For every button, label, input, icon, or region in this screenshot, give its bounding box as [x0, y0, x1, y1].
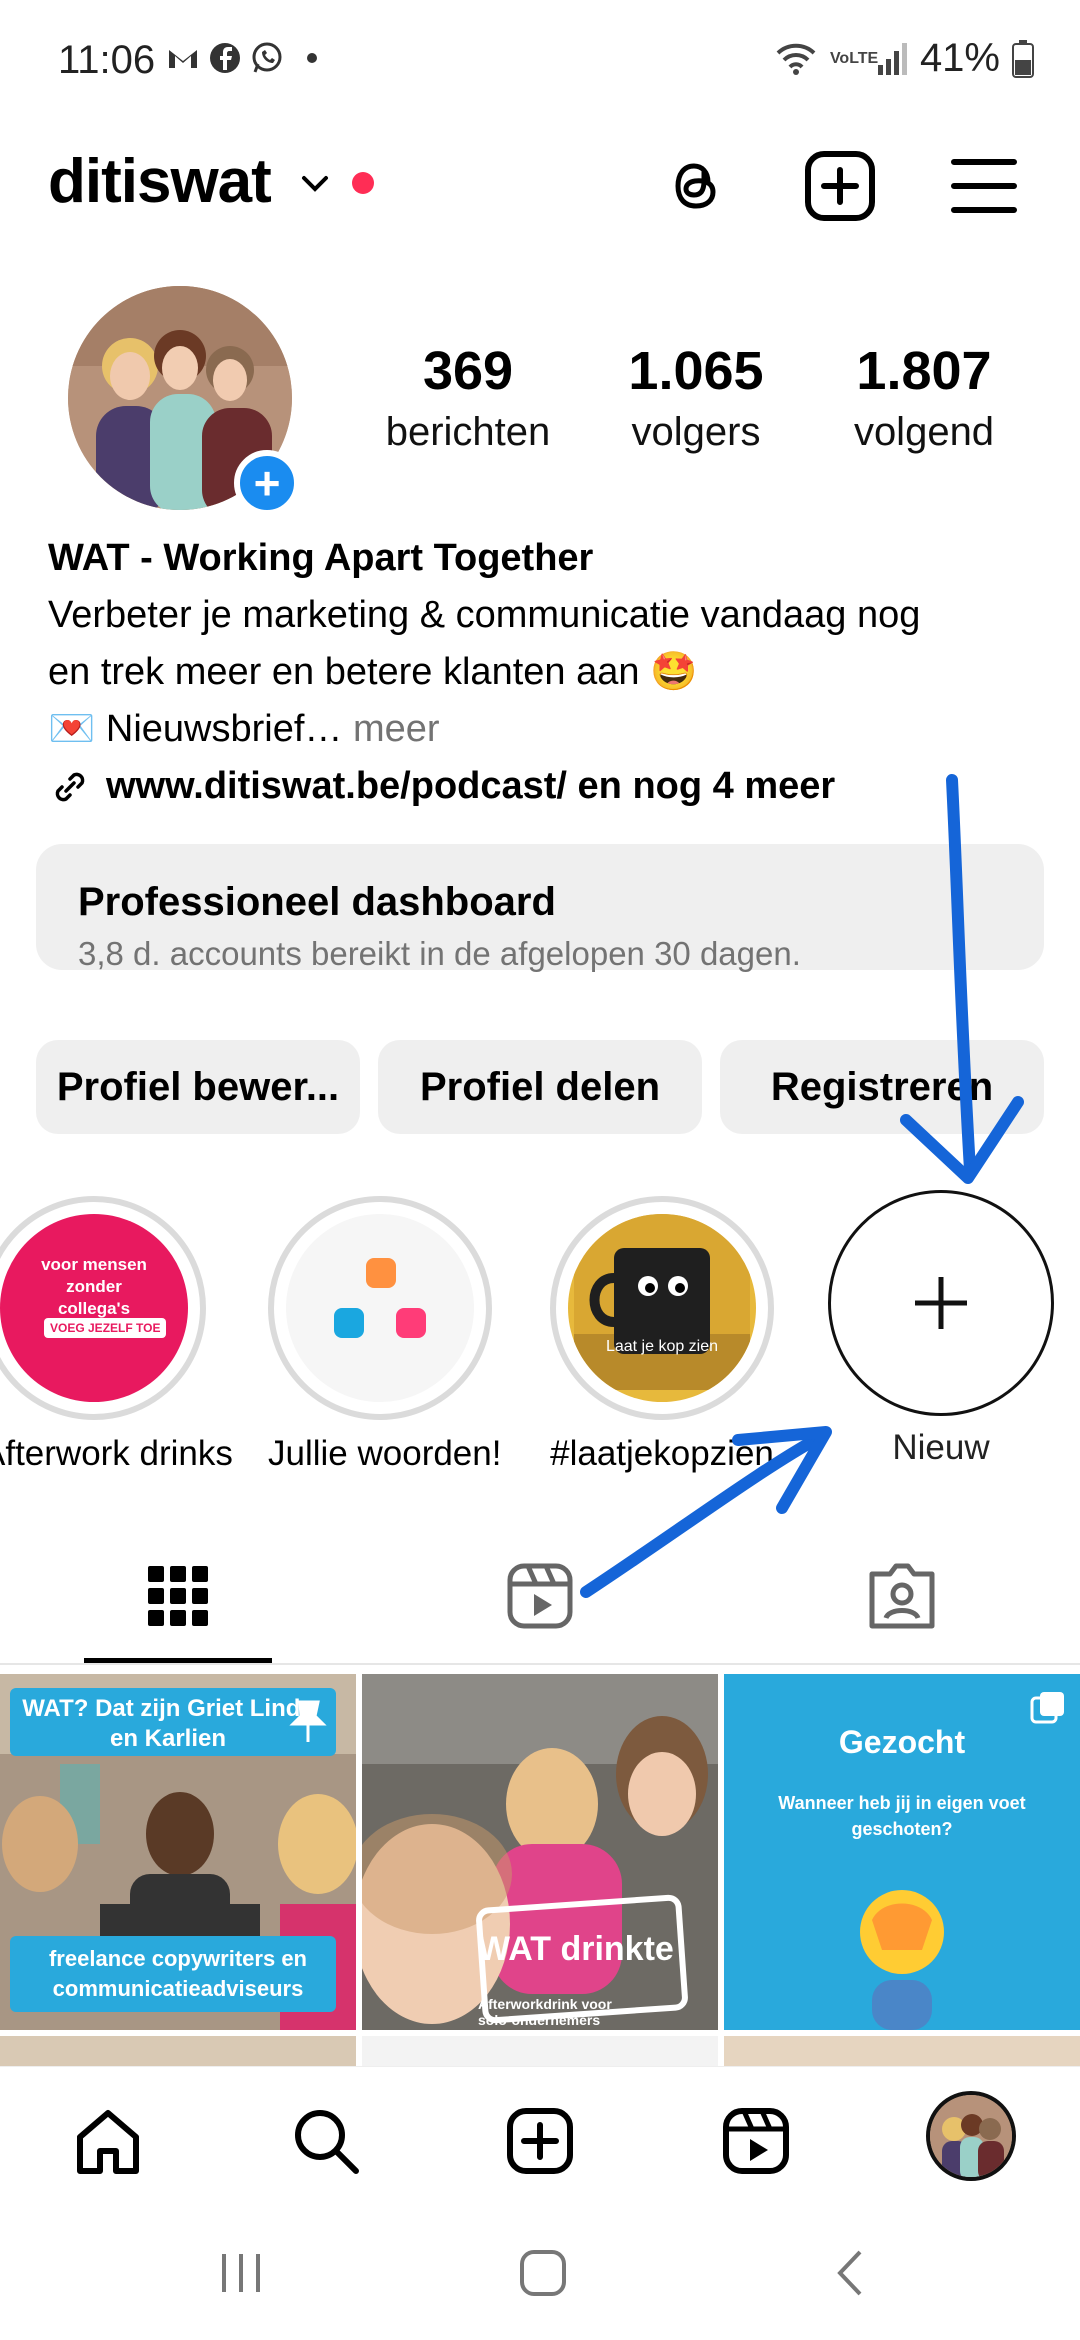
signal-icon [877, 42, 907, 75]
stat-posts-value: 369 [422, 341, 514, 401]
stat-posts[interactable]: 369 berichten [358, 340, 578, 455]
highlight-cover-text: voor mensen zonder collega's [41, 1255, 147, 1318]
tab-reels[interactable] [500, 1556, 580, 1636]
post-subtitle: Afterworkdrink voor solo-ondernemers [478, 1996, 612, 2028]
search-icon[interactable] [290, 2105, 362, 2177]
new-highlight-label: Nieuw [892, 1428, 990, 1467]
carousel-icon [1030, 1692, 1064, 1724]
facepalm-emoji-icon [860, 1890, 944, 2030]
volte-label: VoLTE [829, 49, 879, 67]
post-tile-partial[interactable] [724, 2036, 1080, 2066]
post-tile-partial[interactable] [0, 2036, 356, 2066]
notification-icons [165, 40, 317, 76]
bio-line-2: en trek meer en betere klanten aan 🤩 [48, 651, 698, 693]
post-tile[interactable]: WAT? Dat zijn Griet Linde en Karlien fre… [0, 1674, 356, 2030]
home-icon[interactable] [72, 2105, 144, 2177]
gmail-icon [169, 50, 197, 68]
post-tile-partial[interactable] [362, 2036, 718, 2066]
battery-percent: 41% [919, 36, 1000, 80]
register-button[interactable]: Registreren [720, 1040, 1044, 1134]
post-tile[interactable]: Gezocht Wanneer heb jij in eigen voet ge… [724, 1674, 1080, 2030]
highlight-cover [286, 1214, 474, 1402]
post-title: Gezocht [838, 1724, 966, 1760]
highlight-cover: voor mensen zonder collega's VOEG JEZELF… [0, 1214, 188, 1402]
mug-image [574, 1214, 750, 1390]
pin-icon [289, 1700, 327, 1742]
account-switcher-username[interactable]: ditiswat [48, 146, 272, 217]
profile-header: ditiswat [0, 130, 1080, 240]
stat-following[interactable]: 1.807 volgend [814, 340, 1034, 455]
highlight-label: Afterwork drinks [0, 1434, 233, 1473]
dashboard-title: Professioneel dashboard [78, 880, 556, 924]
create-post-icon[interactable] [802, 148, 878, 224]
notification-dot [352, 172, 374, 194]
stat-followers-label: volgers [631, 410, 761, 454]
profile-bio: WAT - Working Apart Together Verbeter je… [48, 530, 1048, 815]
dashboard-subtitle: 3,8 d. accounts bereikt in de afgelopen … [78, 935, 801, 972]
post-subtitle: Wanneer heb jij in eigen voet geschoten? [778, 1793, 1026, 1839]
professional-dashboard[interactable]: Professioneel dashboard 3,8 d. accounts … [36, 844, 1044, 972]
menu-icon[interactable] [946, 148, 1022, 224]
three-dots-logo-icon [334, 1258, 426, 1338]
highlight-label: Jullie woorden! [268, 1434, 502, 1473]
plus-icon [915, 1277, 967, 1329]
tab-grid[interactable] [138, 1556, 218, 1636]
bio-line-1: Verbeter je marketing & communicatie van… [48, 594, 921, 636]
stat-followers[interactable]: 1.065 volgers [586, 340, 806, 455]
reels-icon[interactable] [720, 2105, 792, 2177]
highlight-ring: voor mensen zonder collega's VOEG JEZELF… [0, 1196, 206, 1420]
stat-following-label: volgend [853, 410, 995, 454]
post-bottom-text: freelance copywriters en communicatieadv… [48, 1946, 307, 2001]
profile-nav-avatar[interactable] [926, 2091, 1016, 2181]
bio-more-link[interactable]: meer [342, 708, 440, 750]
recent-apps-icon[interactable] [216, 2248, 266, 2298]
stat-posts-label: berichten [385, 410, 551, 454]
home-button-icon[interactable] [516, 2246, 570, 2300]
tab-tagged[interactable] [862, 1556, 942, 1636]
status-time: 11:06 [58, 38, 156, 82]
highlight-cover-text: Laat je kop zien [605, 1338, 719, 1355]
bio-newsletter-text: 💌 Nieuwsbrief… [48, 708, 343, 750]
whatsapp-icon [252, 42, 282, 73]
facebook-icon [210, 43, 240, 73]
stat-followers-value: 1.065 [628, 341, 764, 401]
share-profile-button[interactable]: Profiel delen [378, 1040, 702, 1134]
profile-link-text: www.ditiswat.be/podcast/ en nog 4 meer [106, 765, 836, 807]
highlight-label: #laatjekopzien [550, 1434, 774, 1473]
system-navigation-bar [0, 2208, 1080, 2340]
stat-following-value: 1.807 [856, 341, 992, 401]
profile-link[interactable]: www.ditiswat.be/podcast/ en nog 4 meer [48, 758, 1048, 815]
battery-icon [1012, 39, 1034, 78]
post-top-text: WAT? Dat zijn Griet Linde en Karlien [22, 1695, 314, 1752]
post-title: WAT drinkte [478, 1930, 674, 1968]
link-icon [55, 772, 85, 801]
new-highlight-button[interactable] [828, 1190, 1054, 1416]
wifi-icon [776, 43, 816, 75]
bottom-navigation [0, 2066, 1080, 2208]
edit-profile-button[interactable]: Profiel bewer... [36, 1040, 360, 1134]
tab-divider [0, 1663, 1080, 1665]
post-tile[interactable]: WAT drinkte Afterworkdrink voor solo-ond… [362, 1674, 718, 2030]
status-right: VoLTE 41% [774, 36, 1034, 81]
create-icon[interactable] [504, 2105, 576, 2177]
profile-name: WAT - Working Apart Together [48, 537, 594, 579]
chevron-down-icon[interactable] [298, 166, 332, 200]
post-image [362, 1674, 718, 2030]
more-notifications-dot [307, 53, 317, 63]
add-story-button[interactable]: + [234, 450, 300, 516]
threads-icon[interactable] [658, 148, 734, 224]
highlight-cover-badge: VOEG JEZELF TOE [44, 1318, 167, 1338]
highlight-laatjekopzien[interactable]: Laat je kop zien #laatjekopzien [550, 1196, 774, 1474]
highlight-ring: Laat je kop zien [550, 1196, 774, 1420]
bio-line-3[interactable]: 💌 Nieuwsbrief… meer [48, 701, 1048, 758]
highlight-afterwork-drinks[interactable]: voor mensen zonder collega's VOEG JEZELF… [0, 1196, 233, 1474]
highlight-ring [268, 1196, 492, 1420]
status-bar: 11:06 VoLTE 41% [0, 0, 1080, 120]
profile-avatar[interactable]: + [68, 286, 300, 516]
highlight-jullie-woorden[interactable]: Jullie woorden! [268, 1196, 502, 1474]
highlight-cover: Laat je kop zien [568, 1214, 756, 1402]
back-icon[interactable] [826, 2248, 876, 2298]
